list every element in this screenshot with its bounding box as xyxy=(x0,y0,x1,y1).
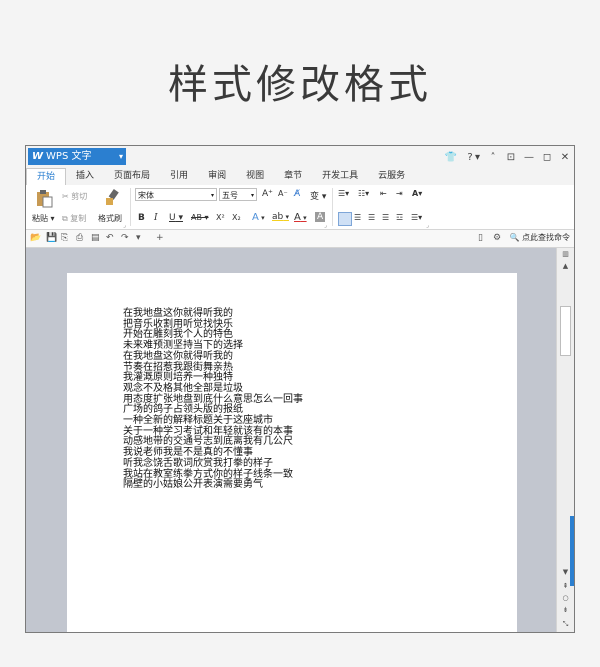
decrease-indent-icon[interactable]: ⇤ xyxy=(380,189,387,198)
chevron-down-icon[interactable]: ▾ xyxy=(136,233,141,243)
dialog-launcher-icon[interactable]: ⌟ xyxy=(123,222,126,229)
text-direction-icon[interactable]: A▾ xyxy=(412,189,422,198)
vertical-scrollbar[interactable]: ▥ ▲ ▼ ⇞ ○ ⇟ ⤡ xyxy=(556,248,574,632)
bold-button[interactable]: B xyxy=(138,213,145,223)
format-painter-button[interactable]: 格式刷 xyxy=(98,213,122,224)
save-icon[interactable]: 💾 xyxy=(46,233,57,243)
separator xyxy=(130,188,131,226)
document-text[interactable]: 在我地盘这你就得听我的 把音乐收割用听觉找快乐 开始在雕刻我个人的特色 未来难预测坚持… xyxy=(123,308,303,491)
scissors-icon: ✂ xyxy=(62,192,69,201)
add-icon[interactable]: + xyxy=(156,233,164,243)
increase-indent-icon[interactable]: ⇥ xyxy=(396,189,403,198)
shrink-font-button[interactable]: A⁻ xyxy=(278,189,288,198)
highlight-button[interactable]: ab ▾ xyxy=(272,212,289,222)
format-painter-icon[interactable] xyxy=(102,188,122,208)
open-icon[interactable]: 📂 xyxy=(30,233,41,243)
strikethrough-button[interactable]: AB ▾ xyxy=(191,213,209,222)
paste-button[interactable]: 粘贴 ▾ xyxy=(32,213,55,224)
quick-access-toolbar: 📂 💾 ⎘ ⎙ ▤ ↶ ↷ ▾ + ▯ ⚙ 🔍 点此查找命令 xyxy=(26,230,574,248)
pin-icon[interactable]: ⊡ xyxy=(506,152,516,163)
line-spacing-icon[interactable]: ☰▾ xyxy=(411,213,422,222)
copy-button[interactable]: ⧉ 复制 xyxy=(62,213,86,224)
minimize-icon[interactable]: — xyxy=(524,152,534,163)
grow-font-button[interactable]: A⁺ xyxy=(262,189,273,199)
tab-cloud-service[interactable]: 云服务 xyxy=(368,168,415,185)
document-page[interactable]: 在我地盘这你就得听我的 把音乐收割用听觉找快乐 开始在雕刻我个人的特色 未来难预测坚持… xyxy=(67,273,517,632)
ruler-toggle-icon[interactable]: ▥ xyxy=(557,250,574,258)
app-name: WPS 文字 xyxy=(46,151,92,162)
text-line: 在我地盘这你就得听我的 xyxy=(123,350,233,362)
settings-icon[interactable]: ⚙ xyxy=(493,233,501,243)
tab-references[interactable]: 引用 xyxy=(160,168,198,185)
tab-view[interactable]: 视图 xyxy=(236,168,274,185)
align-center-icon[interactable]: ☰ xyxy=(354,213,361,222)
search-icon: 🔍 xyxy=(509,233,520,242)
undo-icon[interactable]: ↶ xyxy=(106,233,114,243)
chevron-up-icon[interactable]: ˄ xyxy=(488,152,498,163)
print-icon[interactable]: ⎙ xyxy=(76,233,83,243)
restore-icon[interactable]: ◻ xyxy=(542,152,552,163)
wps-window: W WPS 文字 ▾ 👕 ? ▾ ˄ ⊡ — ◻ ✕ 开始 插入 页面布局 引用 审… xyxy=(25,145,575,633)
resize-grip-icon[interactable]: ⤡ xyxy=(557,620,574,629)
bookmark-icon[interactable]: ▯ xyxy=(478,233,483,243)
ribbon: 粘贴 ▾ ✂ 剪切 ⧉ 复制 格式刷 ⌟ 宋体 ▾ 五号 ▾ A⁺ A⁻ A̸ B … xyxy=(26,185,574,230)
bullet-list-icon[interactable]: ☰▾ xyxy=(338,189,349,198)
help-icon[interactable]: ? ▾ xyxy=(465,152,480,163)
justify-icon[interactable]: ☰ xyxy=(382,213,389,222)
scroll-thumb[interactable] xyxy=(560,306,571,356)
copy-icon: ⧉ xyxy=(62,214,68,223)
distribute-icon[interactable]: ☲ xyxy=(396,213,403,222)
text-line: 隔壁的小姑娘公开表演需要勇气 xyxy=(123,479,263,491)
numbered-list-icon[interactable]: ☷▾ xyxy=(358,189,369,198)
title-bar: W WPS 文字 ▾ 👕 ? ▾ ˄ ⊡ — ◻ ✕ xyxy=(26,146,574,168)
font-color-button[interactable]: A ▾ xyxy=(294,212,307,223)
clear-format-icon[interactable]: A̸ xyxy=(294,189,300,199)
export-icon[interactable]: ⎘ xyxy=(61,233,68,243)
tab-insert[interactable]: 插入 xyxy=(66,168,104,185)
text-effect-button[interactable]: A ▾ xyxy=(252,212,265,223)
tab-home[interactable]: 开始 xyxy=(26,168,67,185)
chevron-down-icon: ▾ xyxy=(118,152,123,161)
paste-icon[interactable] xyxy=(34,188,54,208)
wps-logo-icon: W xyxy=(32,151,44,162)
close-icon[interactable]: ✕ xyxy=(560,152,570,163)
underline-button[interactable]: U ▾ xyxy=(169,213,183,223)
document-area: 在我地盘这你就得听我的 把音乐收割用听觉找快乐 开始在雕刻我个人的特色 未来难预测坚持… xyxy=(26,248,556,632)
subscript-button[interactable]: X₂ xyxy=(232,213,241,222)
ribbon-tabs: 开始 插入 页面布局 引用 审阅 视图 章节 开发工具 云服务 xyxy=(26,168,574,185)
superscript-button[interactable]: X² xyxy=(216,213,225,222)
italic-button[interactable]: I xyxy=(154,213,158,223)
char-shading-button[interactable]: A xyxy=(315,212,326,222)
font-name-select[interactable]: 宋体 ▾ xyxy=(135,188,217,201)
text-line: 听我念饶舌歌词欣赏我打拳的样子 xyxy=(123,457,273,469)
command-search[interactable]: 🔍 点此查找命令 xyxy=(509,232,570,243)
select-browse-icon[interactable]: ○ xyxy=(557,594,574,602)
app-menu-button[interactable]: W WPS 文字 ▾ xyxy=(28,148,126,165)
tab-page-layout[interactable]: 页面布局 xyxy=(104,168,160,185)
cut-button[interactable]: ✂ 剪切 xyxy=(62,191,87,202)
align-right-icon[interactable]: ☰ xyxy=(368,213,375,222)
shirt-icon[interactable]: 👕 xyxy=(445,152,457,163)
align-left-icon[interactable] xyxy=(338,212,352,226)
tab-review[interactable]: 审阅 xyxy=(198,168,236,185)
next-page-icon[interactable]: ⇟ xyxy=(557,606,574,614)
font-dialog-launcher-icon[interactable]: ⌟ xyxy=(324,222,327,229)
tab-developer[interactable]: 开发工具 xyxy=(312,168,368,185)
scroll-up-icon[interactable]: ▲ xyxy=(557,262,574,270)
paragraph-dialog-launcher-icon[interactable]: ⌟ xyxy=(426,222,429,229)
page-heading: 样式修改格式 xyxy=(168,62,432,108)
print-preview-icon[interactable]: ▤ xyxy=(91,233,100,243)
separator xyxy=(332,188,333,226)
tab-section[interactable]: 章节 xyxy=(274,168,312,185)
side-panel-tab[interactable] xyxy=(570,516,574,586)
font-size-select[interactable]: 五号 ▾ xyxy=(219,188,257,201)
redo-icon[interactable]: ↷ xyxy=(121,233,129,243)
phonetic-icon[interactable]: 变 ▾ xyxy=(310,189,326,202)
